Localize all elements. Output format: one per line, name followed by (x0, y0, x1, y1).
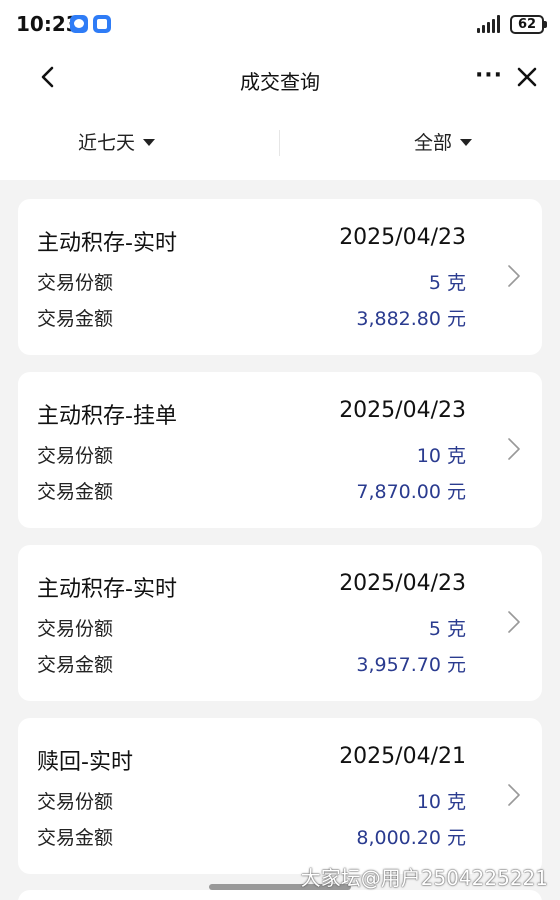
amount-label: 交易金额 (37, 308, 114, 330)
quantity-number: 10 (416, 445, 441, 467)
status-bar: 10:23 62 (0, 0, 560, 50)
transaction-type: 赎回-实时 (37, 750, 133, 775)
amount-label: 交易金额 (37, 481, 114, 503)
transaction-date: 2025/04/23 (339, 398, 466, 423)
amount-value: 7,870.00 元 (356, 477, 466, 504)
amount-number: 3,957.70 (356, 654, 441, 676)
transaction-card[interactable]: 赎回-实时 2025/04/21 交易份额 10 克 交易金额 8,000.20 元 (18, 718, 542, 874)
transaction-card[interactable]: 主动积存-实时 2025/04/23 交易份额 5克 交易金额 3,882.80… (18, 199, 542, 355)
quantity-unit: 克 (446, 445, 466, 467)
quantity-number: 5 (428, 272, 441, 294)
quantity-label: 交易份额 (37, 618, 114, 640)
amount-unit: 元 (446, 481, 466, 503)
category-filter-dropdown[interactable]: 全部 (414, 128, 473, 155)
more-options-icon[interactable]: ··· (474, 63, 504, 93)
transaction-date: 2025/04/21 (339, 744, 466, 769)
amount-value: 3,882.80 元 (356, 304, 466, 331)
chevron-right-icon (508, 784, 520, 806)
amount-value: 8,000.20 元 (356, 823, 466, 850)
quantity-unit: 克 (446, 618, 466, 640)
caret-down-icon (143, 139, 156, 146)
amount-value: 3,957.70 元 (356, 650, 466, 677)
close-icon[interactable] (512, 62, 542, 92)
battery-icon: 62 (510, 15, 547, 34)
quantity-value: 10 克 (417, 441, 466, 468)
amount-label: 交易金额 (37, 654, 114, 676)
amount-number: 8,000.20 (356, 827, 441, 849)
transaction-date: 2025/04/23 (339, 225, 466, 250)
transaction-card[interactable]: 主动积存-挂单 2025/04/23 交易份额 10 克 交易金额 7,870.0… (18, 372, 542, 528)
quantity-unit: 克 (446, 791, 466, 813)
period-filter-dropdown[interactable]: 近七天 (78, 128, 156, 155)
document-notification-icon (93, 15, 111, 33)
filter-bar: 近七天 全部 (0, 118, 560, 168)
transaction-date: 2025/04/23 (339, 571, 466, 596)
next-transaction-card-peek[interactable] (18, 890, 542, 900)
chevron-right-icon (508, 438, 520, 460)
quantity-number: 10 (416, 791, 441, 813)
quantity-value: 5克 (429, 268, 466, 295)
amount-unit: 元 (446, 827, 466, 849)
quantity-number: 5 (428, 618, 441, 640)
quantity-label: 交易份额 (37, 272, 114, 294)
message-notification-icon (70, 15, 88, 33)
filter-divider (279, 130, 280, 156)
chevron-right-icon (508, 611, 520, 633)
quantity-value: 10 克 (417, 787, 466, 814)
transaction-type: 主动积存-实时 (37, 577, 177, 602)
chevron-right-icon (508, 265, 520, 287)
category-filter-label: 全部 (414, 132, 453, 154)
quantity-label: 交易份额 (37, 445, 114, 467)
amount-number: 3,882.80 (356, 308, 441, 330)
amount-unit: 元 (446, 308, 466, 330)
navigation-bar: 成交查询 ··· (0, 50, 560, 106)
caret-down-icon (460, 139, 473, 146)
amount-unit: 元 (446, 654, 466, 676)
quantity-label: 交易份额 (37, 791, 114, 813)
watermark-text: 大家坛@用户2504225221 (300, 866, 548, 890)
period-filter-label: 近七天 (78, 132, 136, 154)
quantity-value: 5克 (429, 614, 466, 641)
transaction-type: 主动积存-实时 (37, 231, 177, 256)
amount-label: 交易金额 (37, 827, 114, 849)
amount-number: 7,870.00 (356, 481, 441, 503)
signal-icon (477, 15, 503, 33)
transaction-type: 主动积存-挂单 (37, 404, 177, 429)
quantity-unit: 克 (446, 272, 466, 294)
transaction-card[interactable]: 主动积存-实时 2025/04/23 交易份额 5克 交易金额 3,957.70… (18, 545, 542, 701)
